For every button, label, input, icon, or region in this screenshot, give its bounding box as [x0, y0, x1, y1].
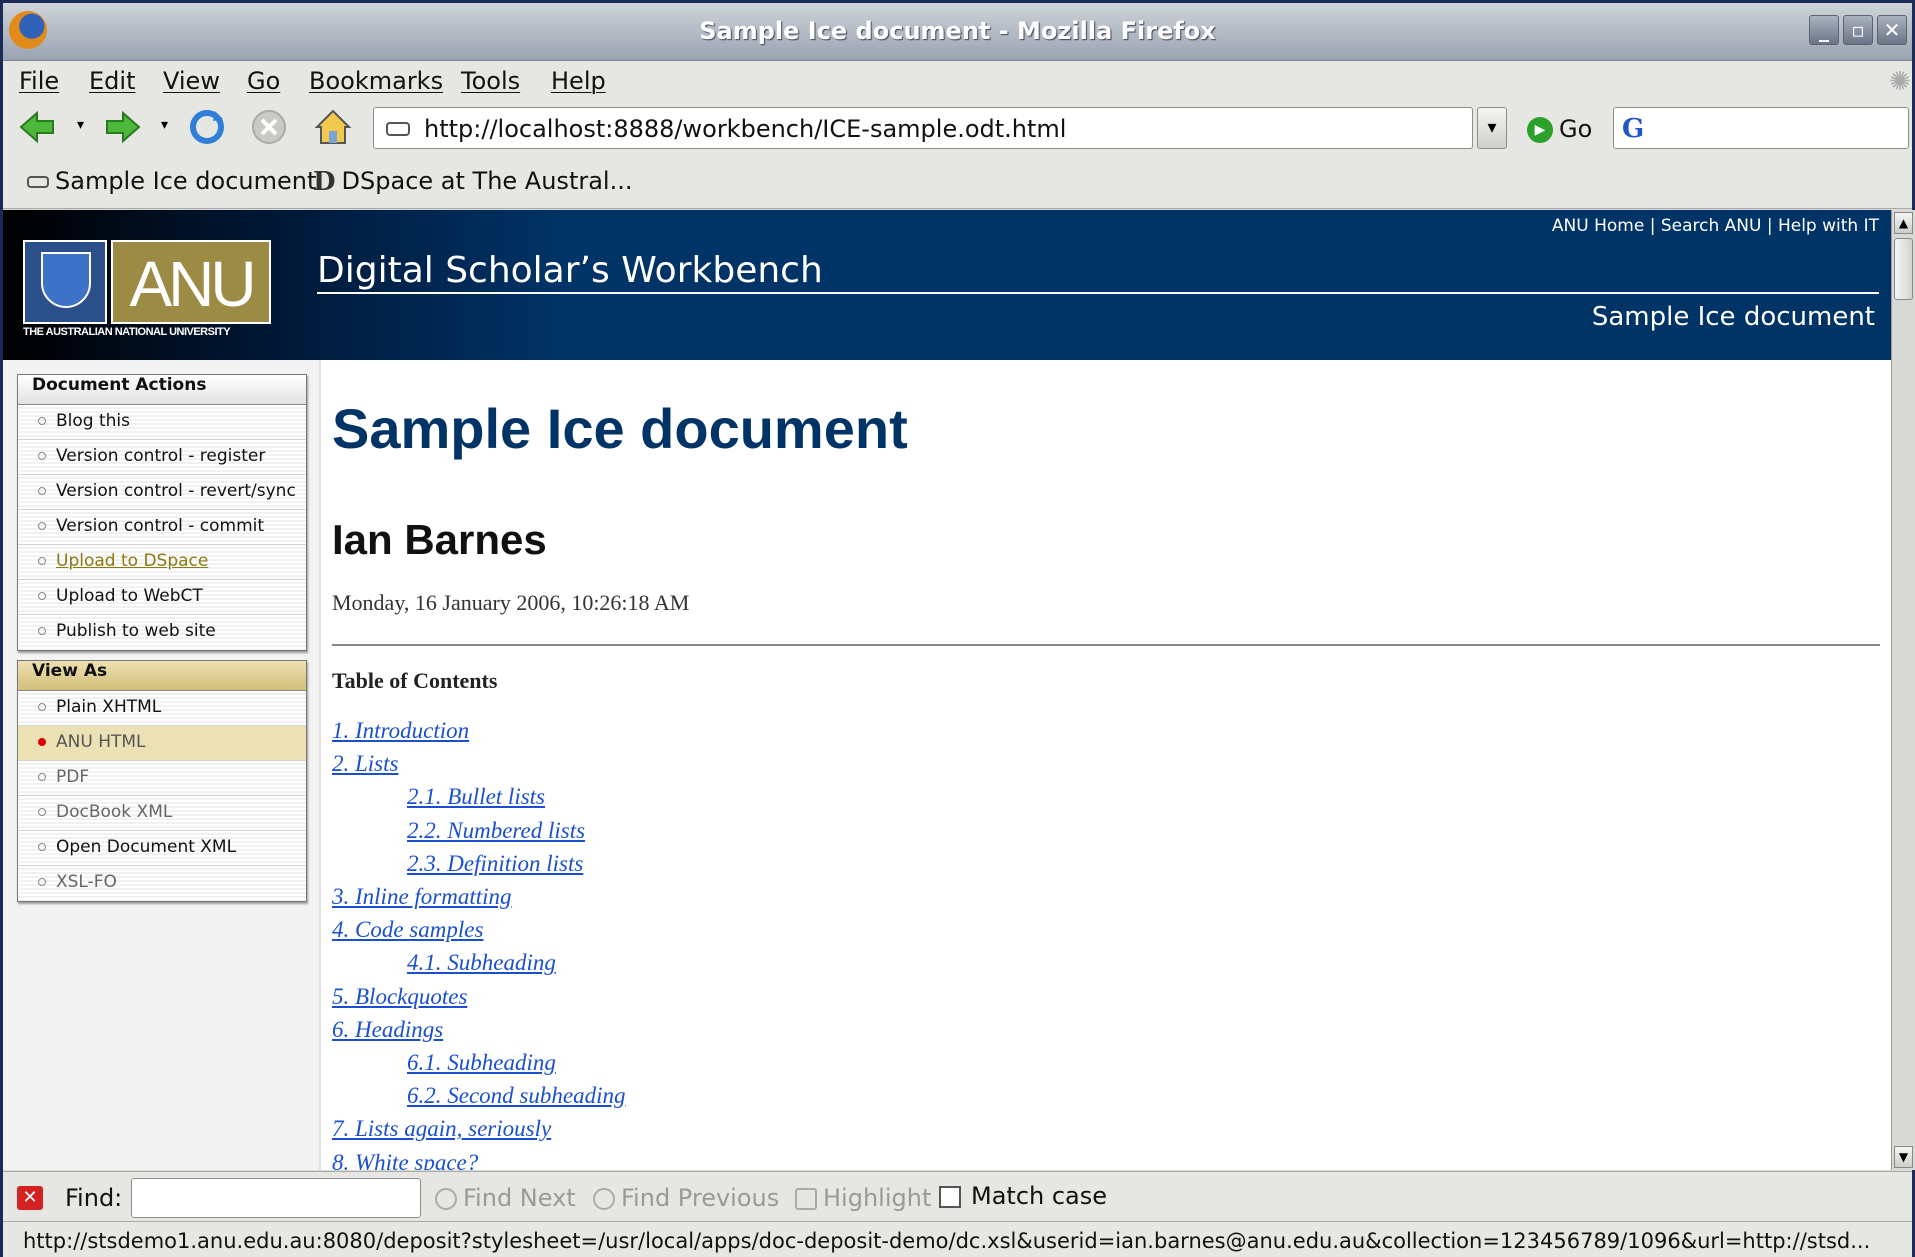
site-title: Digital Scholar’s Workbench [317, 250, 823, 291]
forward-dropdown-icon[interactable]: ▾ [161, 117, 168, 133]
home-icon[interactable] [313, 107, 353, 147]
page-icon [27, 176, 49, 188]
toc-link[interactable]: 5. Blockquotes [332, 984, 467, 1010]
maximize-button[interactable]: ▫ [1843, 15, 1873, 45]
toc-link[interactable]: 2. Lists [332, 751, 398, 777]
document-author: Ian Barnes [332, 516, 547, 563]
action-publish-web[interactable]: Publish to web site [18, 615, 306, 650]
throbber-icon: ✺ [1889, 67, 1911, 97]
sidebar: Document Actions Blog this Version contr… [3, 360, 321, 1170]
toc-link[interactable]: 2.2. Numbered lists [407, 818, 585, 844]
top-links[interactable]: ANU Home | Search ANU | Help with IT [1552, 216, 1879, 236]
bookmarks-toolbar: Sample Ice document D DSpace at The Austr… [3, 153, 1912, 209]
stop-icon[interactable] [249, 107, 289, 147]
header-doc-title: Sample Ice document [1591, 302, 1875, 332]
window-title: Sample Ice document - Mozilla Firefox [699, 17, 1216, 45]
view-pdf[interactable]: PDF [18, 761, 306, 796]
view-xsl-fo[interactable]: XSL-FO [18, 866, 306, 901]
highlight-button[interactable]: Highlight [795, 1184, 931, 1212]
go-button[interactable]: ▶ Go [1523, 111, 1592, 147]
title-bar: Sample Ice document - Mozilla Firefox _ … [3, 3, 1912, 61]
find-next-button[interactable]: Find Next [435, 1184, 576, 1212]
action-upload-dspace[interactable]: Upload to DSpace [18, 545, 306, 580]
toc-heading: Table of Contents [332, 668, 498, 693]
action-vc-register[interactable]: Version control - register [18, 440, 306, 475]
toc-link[interactable]: 6.2. Second subheading [407, 1083, 625, 1109]
find-bar: ✕ Find: Find Next Find Previous Highligh… [3, 1171, 1912, 1221]
bookmark-dspace[interactable]: D DSpace at The Austral... [313, 167, 632, 197]
find-previous-button[interactable]: Find Previous [593, 1184, 779, 1212]
url-bar[interactable]: http://localhost:8888/workbench/ICE-samp… [373, 107, 1473, 149]
action-vc-commit[interactable]: Version control - commit [18, 510, 306, 545]
toc-link[interactable]: 2.1. Bullet lists [407, 784, 545, 810]
find-input[interactable] [131, 1178, 421, 1218]
divider [332, 644, 1880, 646]
search-input[interactable]: G [1613, 107, 1909, 149]
action-upload-webct[interactable]: Upload to WebCT [18, 580, 306, 615]
document-date: Monday, 16 January 2006, 10:26:18 AM [332, 590, 690, 615]
view-docbook-xml[interactable]: DocBook XML [18, 796, 306, 831]
status-bar: http://stsdemo1.anu.edu.au:8080/deposit?… [3, 1221, 1912, 1257]
toc-link[interactable]: 2.3. Definition lists [407, 851, 583, 877]
minimize-button[interactable]: _ [1809, 15, 1839, 45]
forward-icon[interactable] [103, 107, 143, 147]
google-icon: G [1622, 114, 1645, 144]
navigation-toolbar: ▾ ▾ http://localhost:8888/workbench/ICE-… [3, 101, 1912, 153]
toc-link[interactable]: 8. White space? [332, 1150, 478, 1170]
url-history-dropdown[interactable]: ▾ [1477, 107, 1507, 149]
menu-tools[interactable]: Tools [461, 61, 520, 101]
toc-link[interactable]: 4.1. Subheading [407, 950, 556, 976]
bookmark-sample-ice[interactable]: Sample Ice document [27, 167, 316, 195]
vertical-scrollbar[interactable]: ▲ ▼ [1891, 210, 1915, 1170]
scroll-down-arrow-icon[interactable]: ▼ [1894, 1146, 1913, 1168]
url-text: http://localhost:8888/workbench/ICE-samp… [424, 115, 1067, 143]
menu-bookmarks[interactable]: Bookmarks [309, 61, 443, 101]
view-as-panel: View As Plain XHTML ANU HTML PDF DocBook… [17, 660, 307, 902]
view-plain-xhtml[interactable]: Plain XHTML [18, 691, 306, 726]
header-rule [317, 292, 1879, 294]
action-blog-this[interactable]: Blog this [18, 405, 306, 440]
menu-view[interactable]: View [163, 61, 220, 101]
menu-bar: File Edit View Go Bookmarks Tools Help ✺ [3, 61, 1912, 101]
document-actions-title: Document Actions [18, 375, 306, 405]
reload-icon[interactable] [187, 107, 227, 147]
close-button[interactable]: ✕ [1877, 15, 1907, 45]
back-dropdown-icon[interactable]: ▾ [77, 117, 84, 133]
document-actions-panel: Document Actions Blog this Version contr… [17, 374, 307, 651]
match-case-checkbox[interactable]: Match case [939, 1182, 1107, 1210]
find-label: Find: [65, 1184, 123, 1212]
toc-link[interactable]: 6. Headings [332, 1017, 443, 1043]
view-as-title: View As [18, 661, 306, 691]
view-open-document-xml[interactable]: Open Document XML [18, 831, 306, 866]
view-anu-html[interactable]: ANU HTML [18, 726, 306, 761]
browser-window: Sample Ice document - Mozilla Firefox _ … [0, 0, 1915, 1257]
action-vc-revert[interactable]: Version control - revert/sync [18, 475, 306, 510]
toc-link[interactable]: 4. Code samples [332, 917, 483, 943]
toc-link[interactable]: 7. Lists again, seriously [332, 1116, 551, 1142]
page-content: ANU THE AUSTRALIAN NATIONAL UNIVERSITY D… [3, 210, 1891, 1170]
anu-logo: ANU [111, 240, 271, 324]
menu-help[interactable]: Help [551, 61, 606, 101]
toc-link[interactable]: 3. Inline formatting [332, 884, 512, 910]
site-header: ANU THE AUSTRALIAN NATIONAL UNIVERSITY D… [3, 210, 1891, 360]
dspace-icon: D [313, 167, 336, 197]
scrollbar-thumb[interactable] [1894, 238, 1913, 300]
anu-crest-icon [23, 240, 107, 324]
page-icon [386, 122, 410, 136]
toc-link[interactable]: 6.1. Subheading [407, 1050, 556, 1076]
menu-edit[interactable]: Edit [89, 61, 135, 101]
anu-logo-subtitle: THE AUSTRALIAN NATIONAL UNIVERSITY [23, 326, 231, 338]
menu-file[interactable]: File [19, 61, 59, 101]
document-title: Sample Ice document [332, 397, 908, 460]
toc-link[interactable]: 1. Introduction [332, 718, 469, 744]
scroll-up-arrow-icon[interactable]: ▲ [1894, 212, 1913, 234]
go-icon: ▶ [1527, 117, 1553, 143]
status-text: http://stsdemo1.anu.edu.au:8080/deposit?… [23, 1229, 1871, 1253]
close-find-icon[interactable]: ✕ [17, 1186, 43, 1210]
menu-go[interactable]: Go [247, 61, 280, 101]
back-icon[interactable] [17, 107, 57, 147]
